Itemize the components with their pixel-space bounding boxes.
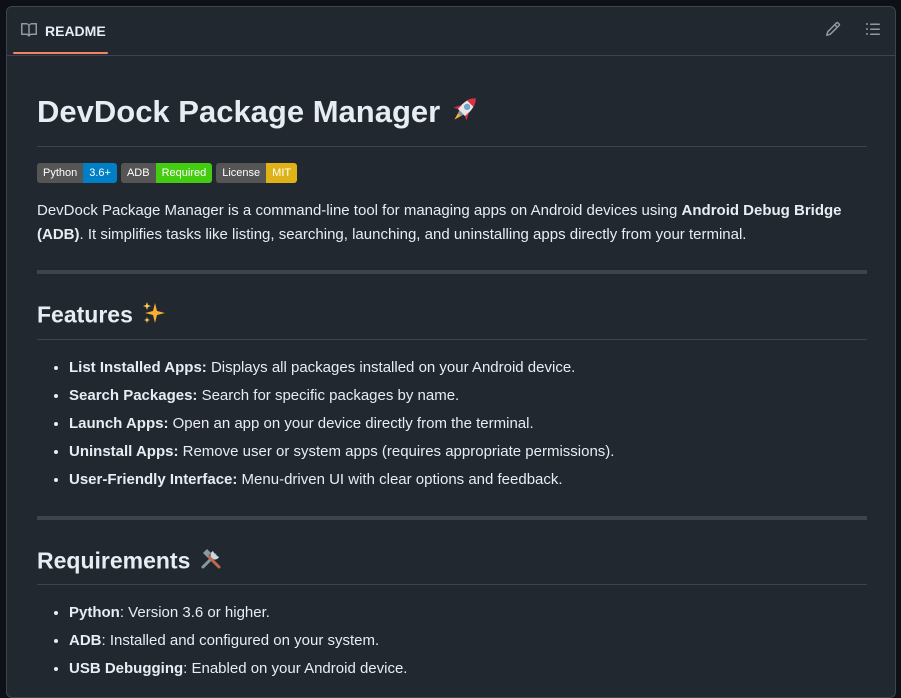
list-item: Uninstall Apps: Remove user or system ap… (69, 440, 867, 464)
list-item: ADB: Installed and configured on your sy… (69, 629, 867, 653)
edit-button[interactable] (819, 19, 847, 43)
section-divider (37, 515, 867, 520)
requirements-heading: Requirements (37, 546, 867, 586)
sparkles-icon (141, 300, 167, 333)
badge-label: ADB (120, 162, 156, 183)
pencil-icon (825, 21, 841, 42)
outline-button[interactable] (859, 19, 887, 43)
feature-term: List Installed Apps: (69, 358, 207, 376)
intro-paragraph: DevDock Package Manager is a command-lin… (37, 199, 867, 247)
feature-desc: Open an app on your device directly from… (168, 414, 534, 432)
intro-text-before: DevDock Package Manager is a command-lin… (37, 201, 682, 219)
adb-badge[interactable]: ADB Required (120, 162, 213, 183)
page-title: DevDock Package Manager (37, 56, 867, 147)
readme-header: README (7, 7, 895, 56)
requirement-desc: : Enabled on your Android device. (183, 660, 408, 678)
badge-value: Required (155, 162, 213, 183)
feature-term: Search Packages: (69, 386, 198, 404)
feature-term: Launch Apps: (69, 414, 169, 432)
requirement-term: USB Debugging (69, 660, 184, 678)
rocket-icon (448, 92, 482, 136)
requirement-term: Python (69, 604, 120, 622)
requirements-heading-text: Requirements (37, 546, 191, 573)
page-title-text: DevDock Package Manager (37, 94, 441, 130)
feature-term: Uninstall Apps: (69, 442, 179, 460)
readme-tab[interactable]: README (13, 7, 112, 55)
list-item: Python: Version 3.6 or higher. (69, 601, 867, 625)
requirements-list: Python: Version 3.6 or higher. ADB: Inst… (37, 601, 867, 681)
requirement-desc: : Installed and configured on your syste… (101, 632, 380, 650)
active-tab-indicator (13, 52, 108, 54)
badge-row: Python 3.6+ ADB Required License MIT (37, 162, 867, 183)
book-icon (21, 22, 37, 41)
badge-value: 3.6+ (83, 162, 117, 183)
list-item: List Installed Apps: Displays all packag… (69, 356, 867, 380)
intro-text-after: . It simplifies tasks like listing, sear… (79, 225, 747, 243)
feature-desc: Search for specific packages by name. (197, 386, 460, 404)
badge-label: Python (37, 162, 84, 183)
license-badge[interactable]: License MIT (216, 162, 298, 183)
list-icon (865, 21, 881, 42)
python-badge[interactable]: Python 3.6+ (37, 162, 117, 183)
feature-desc: Remove user or system apps (requires app… (178, 442, 615, 460)
badge-label: License (216, 162, 267, 183)
section-divider (37, 269, 867, 274)
badge-value: MIT (266, 162, 298, 183)
feature-desc: Menu-driven UI with clear options and fe… (237, 470, 563, 488)
list-item: Launch Apps: Open an app on your device … (69, 412, 867, 436)
feature-term: User-Friendly Interface: (69, 470, 238, 488)
features-heading-text: Features (37, 301, 133, 328)
readme-panel: README DevDock Package Manager Python 3.… (6, 6, 896, 698)
requirement-desc: : Version 3.6 or higher. (119, 604, 270, 622)
hammer-and-wrench-icon (198, 546, 224, 579)
requirement-term: ADB (69, 632, 102, 650)
readme-content: DevDock Package Manager Python 3.6+ ADB … (37, 56, 867, 681)
list-item: User-Friendly Interface: Menu-driven UI … (69, 468, 867, 492)
features-heading: Features (37, 300, 867, 340)
features-list: List Installed Apps: Displays all packag… (37, 356, 867, 492)
feature-desc: Displays all packages installed on your … (206, 358, 576, 376)
list-item: Search Packages: Search for specific pac… (69, 384, 867, 408)
readme-tab-label: README (45, 23, 106, 39)
